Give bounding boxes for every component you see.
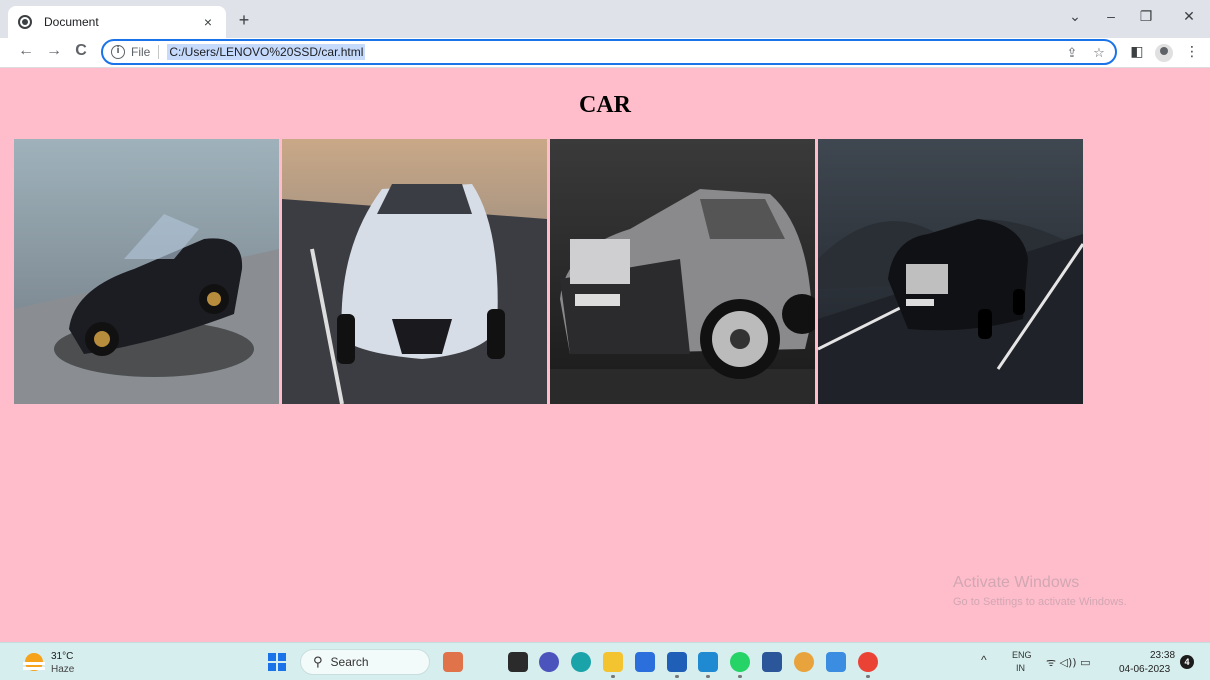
photos-icon[interactable] [826, 652, 846, 672]
car-image-1 [14, 139, 279, 404]
activate-windows-watermark: Activate Windows Go to Settings to activ… [953, 574, 1127, 608]
show-hidden-icons-chevron[interactable]: ^ [981, 653, 987, 667]
tab-title: Document [44, 15, 99, 29]
url-scheme: File [131, 45, 151, 59]
running-indicator [675, 675, 679, 678]
address-bar[interactable]: i File C:/Users/LENOVO%20SSD/car.html ⇪ … [101, 39, 1117, 65]
language-indicator[interactable]: ENG [1012, 650, 1032, 660]
bookmark-star-icon[interactable]: ☆ [1090, 45, 1108, 61]
chrome-canary-icon[interactable] [794, 652, 814, 672]
restore-button[interactable]: ❐ [1135, 8, 1157, 25]
network-volume-battery-icons[interactable]: ᯤ ◁)) ▭ [1046, 655, 1090, 670]
windows-logo-tile [268, 663, 276, 671]
edge-icon[interactable] [571, 652, 591, 672]
watermark-subtitle: Go to Settings to activate Windows. [953, 596, 1127, 608]
whatsapp-icon[interactable] [730, 652, 750, 678]
paint-app-icon[interactable] [443, 652, 463, 672]
tab-strip: Document × + ⌄ – ❐ ✕ [0, 0, 1210, 38]
taskbar-search[interactable]: ⚲ Search [300, 649, 430, 675]
taskbar: 31°C Haze ⚲ Search ^ ENG IN ᯤ ◁)) ▭ 23:3… [0, 642, 1210, 680]
profile-avatar[interactable] [1155, 44, 1173, 62]
watermark-title: Activate Windows [953, 574, 1080, 591]
clock-date[interactable]: 04-06-2023 [1119, 664, 1170, 675]
address-divider [158, 45, 160, 59]
menu-icon[interactable]: ⋮ [1182, 43, 1202, 60]
chrome-icon[interactable] [858, 652, 878, 678]
convertible-image [818, 139, 1083, 404]
tab-close-button[interactable]: × [200, 14, 216, 30]
site-info-icon[interactable]: i [111, 45, 125, 59]
reload-button[interactable]: C [70, 42, 92, 60]
running-indicator [706, 675, 710, 678]
weather-haze-icon[interactable] [23, 653, 45, 671]
notification-badge[interactable]: 4 [1180, 655, 1194, 669]
running-indicator [866, 675, 870, 678]
search-label: Search [330, 655, 369, 669]
luxury-coupe-image [550, 139, 815, 404]
share-icon[interactable]: ⇪ [1063, 45, 1081, 61]
side-panel-icon[interactable]: ◧ [1127, 43, 1147, 60]
vscode-icon[interactable] [698, 652, 718, 678]
task-view-icon[interactable] [508, 652, 528, 672]
windows-logo-tile [278, 653, 286, 661]
forward-button[interactable]: → [43, 42, 65, 60]
page-viewport: CAR Activate Windows Go to Settings to a… [0, 68, 1210, 642]
close-window-button[interactable]: ✕ [1178, 8, 1200, 25]
windows-logo-tile [268, 653, 276, 661]
globe-icon [18, 15, 32, 29]
minimize-button[interactable]: – [1100, 8, 1122, 24]
sports-car-image [14, 139, 279, 404]
new-tab-button[interactable]: + [234, 10, 254, 31]
running-indicator [611, 675, 615, 678]
weather-temperature[interactable]: 31°C [51, 651, 73, 662]
tab-document[interactable]: Document × [8, 6, 226, 38]
mail-icon[interactable] [667, 652, 687, 678]
weather-condition[interactable]: Haze [51, 664, 74, 675]
hypercar-image [282, 139, 547, 404]
search-icon: ⚲ [313, 654, 323, 670]
file-explorer-icon[interactable] [603, 652, 623, 678]
store-icon[interactable] [635, 652, 655, 672]
car-image-2 [282, 139, 547, 404]
car-image-3 [550, 139, 815, 404]
page-title: CAR [579, 92, 631, 118]
clock-time[interactable]: 23:38 [1150, 650, 1175, 661]
running-indicator [738, 675, 742, 678]
start-button[interactable] [268, 653, 286, 671]
windows-logo-tile [278, 663, 286, 671]
word-icon[interactable] [762, 652, 782, 672]
back-button[interactable]: ← [15, 42, 37, 60]
browser-toolbar: ← → C i File C:/Users/LENOVO%20SSD/car.h… [0, 38, 1210, 68]
url-text[interactable]: C:/Users/LENOVO%20SSD/car.html [167, 44, 366, 60]
chat-icon[interactable] [539, 652, 559, 672]
car-image-4 [818, 139, 1083, 404]
tab-search-button[interactable]: ⌄ [1064, 8, 1086, 25]
region-indicator[interactable]: IN [1016, 663, 1025, 673]
